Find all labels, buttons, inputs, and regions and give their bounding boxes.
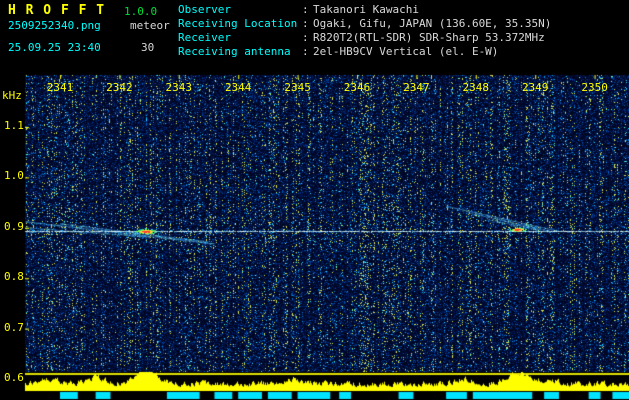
- info-colon: :: [302, 3, 309, 16]
- info-value: 2el-HB9CV Vertical (el. E-W): [313, 45, 499, 58]
- spectrogram-canvas: [0, 0, 629, 400]
- x-axis-tick-label: 2341: [46, 81, 74, 94]
- x-axis-tick-label: 2342: [106, 81, 133, 94]
- output-filename: 2509252340.png: [8, 19, 101, 32]
- y-axis-unit-label: kHz: [2, 89, 22, 102]
- info-colon: :: [302, 45, 309, 58]
- y-axis-tick-label: 1.1: [4, 119, 24, 132]
- timestamp: 25.09.25 23:40: [8, 41, 101, 54]
- hrofft-screen: H R O F F T 1.0.0 2509252340.png meteor …: [0, 0, 629, 400]
- y-axis-tick-label: 1.0: [4, 169, 24, 183]
- x-axis-tick-label: 2348: [462, 81, 490, 94]
- info-label: Observer: [178, 3, 231, 16]
- app-title: H R O F F T: [8, 3, 106, 18]
- x-axis-tick-label: 2346: [343, 81, 371, 94]
- info-label: Receiving Location: [178, 17, 298, 30]
- x-axis-tick-label: 2349: [521, 81, 549, 94]
- info-row: Receiving Location: Ogaki, Gifu, JAPAN (1…: [178, 17, 551, 31]
- x-axis-tick-label: 2347: [403, 81, 430, 94]
- info-row: Receiving antenna:2el-HB9CV Vertical (el…: [178, 45, 551, 59]
- y-axis-tick-label: 0.8: [4, 270, 24, 284]
- info-colon: :: [302, 17, 309, 30]
- info-row: Observer: Takanori Kawachi: [178, 3, 551, 17]
- info-row: Receiver: R820T2(RTL-SDR) SDR-Sharp 53.37…: [178, 31, 551, 45]
- record-interval: 30: [141, 41, 155, 54]
- x-axis-tick-label: 2344: [224, 81, 252, 94]
- info-value: R820T2(RTL-SDR) SDR-Sharp 53.372MHz: [313, 31, 545, 44]
- y-axis-tick-label: 0.9: [4, 219, 24, 233]
- x-axis-tick-label: 2345: [284, 81, 311, 94]
- info-value: Takanori Kawachi: [313, 3, 419, 16]
- mode-label: meteor: [130, 19, 170, 32]
- y-axis-tick-label: 0.7: [4, 320, 24, 334]
- app-version: 1.0.0: [124, 5, 158, 18]
- info-label: Receiver: [178, 31, 231, 44]
- y-axis-tick-label: 0.6: [4, 371, 24, 384]
- info-colon: :: [302, 31, 309, 44]
- info-value: Ogaki, Gifu, JAPAN (136.60E, 35.35N): [313, 17, 552, 30]
- x-axis-tick-label: 2343: [165, 81, 193, 94]
- station-info-list: Observer: Takanori Kawachi Receiving Locat…: [178, 3, 551, 59]
- x-axis-tick-label: 2350: [581, 81, 608, 94]
- info-label: Receiving antenna: [178, 45, 291, 58]
